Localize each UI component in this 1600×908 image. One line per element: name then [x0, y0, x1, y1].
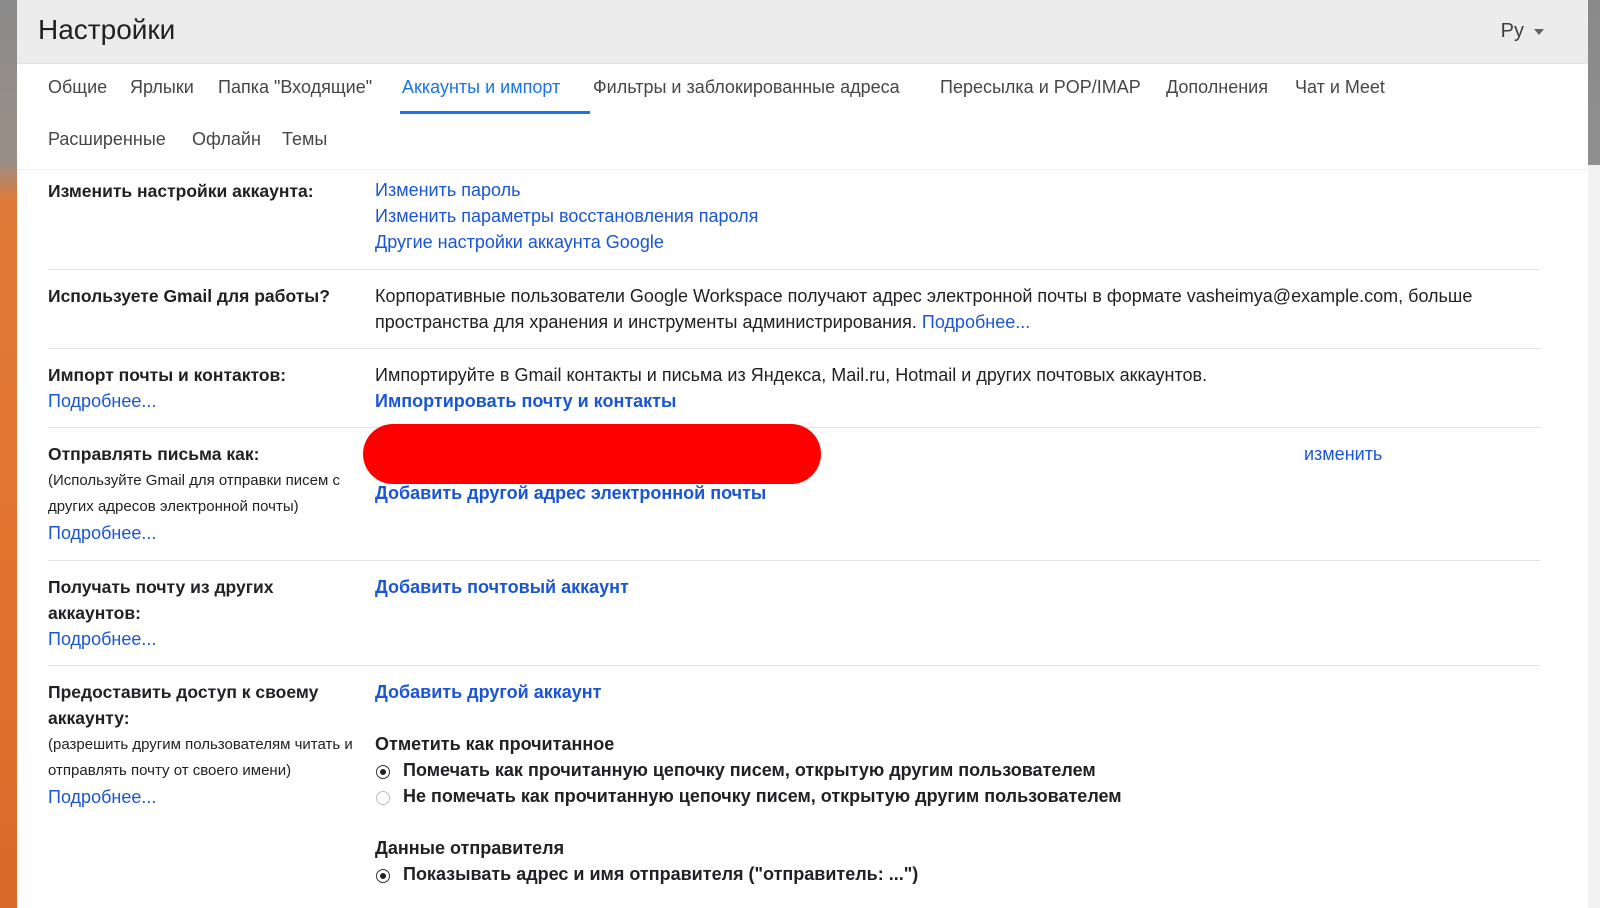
active-tab-indicator — [400, 111, 590, 114]
redacted-email-address — [363, 424, 821, 484]
tab-accounts-import[interactable]: Аккаунты и импорт — [402, 77, 560, 98]
workspace-description-line2: пространства для хранения и инструменты … — [375, 309, 1030, 335]
grant-access-label-line2: аккаунту: — [48, 708, 130, 728]
mark-read-option-label[interactable]: Помечать как прочитанную цепочку писем, … — [403, 760, 1096, 781]
google-account-settings-link[interactable]: Другие настройки аккаунта Google — [375, 232, 664, 253]
mark-read-radio[interactable] — [376, 765, 390, 779]
account-settings-label: Изменить настройки аккаунта: — [48, 181, 314, 201]
divider — [48, 665, 1540, 666]
check-mail-more-link[interactable]: Подробнее... — [48, 629, 156, 650]
grant-access-label-line1: Предоставить доступ к своему — [48, 682, 319, 702]
add-email-address-link[interactable]: Добавить другой адрес электронной почты — [375, 483, 766, 504]
add-another-account-link[interactable]: Добавить другой аккаунт — [375, 682, 601, 703]
tab-advanced[interactable]: Расширенные — [48, 129, 166, 150]
page-title: Настройки — [38, 14, 176, 45]
send-as-more-link[interactable]: Подробнее... — [48, 523, 156, 544]
check-mail-label-line2: аккаунтов: — [48, 603, 141, 623]
tab-filters[interactable]: Фильтры и заблокированные адреса — [593, 77, 900, 98]
import-label: Импорт почты и контактов: — [48, 365, 287, 385]
show-sender-radio[interactable] — [376, 869, 390, 883]
workspace-description-line1: Корпоративные пользователи Google Worksp… — [375, 286, 1473, 306]
tab-general[interactable]: Общие — [48, 77, 107, 98]
import-description: Импортируйте в Gmail контакты и письма и… — [375, 365, 1208, 385]
grant-access-hint-line2: отправлять почту от своего имени) — [48, 762, 292, 779]
workspace-more-link[interactable]: Подробнее... — [922, 312, 1030, 332]
edit-send-as-link[interactable]: изменить — [1304, 444, 1382, 465]
chevron-down-icon — [1534, 28, 1544, 35]
send-as-label: Отправлять письма как: — [48, 444, 260, 464]
mark-read-heading: Отметить как прочитанное — [375, 734, 615, 754]
grant-access-hint-line1: (разрешить другим пользователям читать и — [48, 736, 353, 753]
scrollbar[interactable] — [1588, 165, 1600, 908]
dont-mark-read-option-label[interactable]: Не помечать как прочитанную цепочку писе… — [403, 786, 1122, 807]
send-as-hint-line2: других адресов электронной почты) — [48, 498, 299, 515]
change-password-link[interactable]: Изменить пароль — [375, 180, 520, 201]
divider — [48, 348, 1540, 349]
tab-offline[interactable]: Офлайн — [192, 129, 261, 150]
send-as-hint-line1: (Используйте Gmail для отправки писем с — [48, 472, 341, 489]
settings-tabs: Общие Ярлыки Папка "Входящие" Аккаунты и… — [17, 63, 1588, 170]
divider — [48, 269, 1540, 270]
tab-forwarding[interactable]: Пересылка и POP/IMAP — [940, 77, 1141, 98]
tab-chat-meet[interactable]: Чат и Meet — [1295, 77, 1385, 98]
import-more-link[interactable]: Подробнее... — [48, 391, 156, 412]
sender-info-heading: Данные отправителя — [375, 838, 565, 858]
gmail-work-label: Используете Gmail для работы? — [48, 286, 330, 306]
language-label: Ру — [1500, 20, 1524, 42]
settings-panel: Настройки Ру Общие Ярлыки Папка "Входящи… — [17, 0, 1588, 908]
grant-access-more-link[interactable]: Подробнее... — [48, 787, 156, 808]
tab-addons[interactable]: Дополнения — [1166, 77, 1268, 98]
tab-themes[interactable]: Темы — [282, 129, 327, 150]
settings-header: Настройки Ру — [17, 0, 1588, 64]
show-sender-option-label[interactable]: Показывать адрес и имя отправителя ("отп… — [403, 864, 918, 885]
import-mail-contacts-link[interactable]: Импортировать почту и контакты — [375, 391, 676, 412]
check-mail-label-line1: Получать почту из других — [48, 577, 274, 597]
desktop-wallpaper — [0, 0, 17, 908]
dont-mark-read-radio[interactable] — [376, 791, 390, 805]
divider — [48, 560, 1540, 561]
tab-labels[interactable]: Ярлыки — [130, 77, 194, 98]
add-mail-account-link[interactable]: Добавить почтовый аккаунт — [375, 577, 629, 598]
change-recovery-link[interactable]: Изменить параметры восстановления пароля — [375, 206, 758, 227]
workspace-description-text: пространства для хранения и инструменты … — [375, 312, 917, 332]
tab-inbox[interactable]: Папка "Входящие" — [218, 77, 372, 98]
language-selector[interactable]: Ру — [1501, 20, 1544, 43]
